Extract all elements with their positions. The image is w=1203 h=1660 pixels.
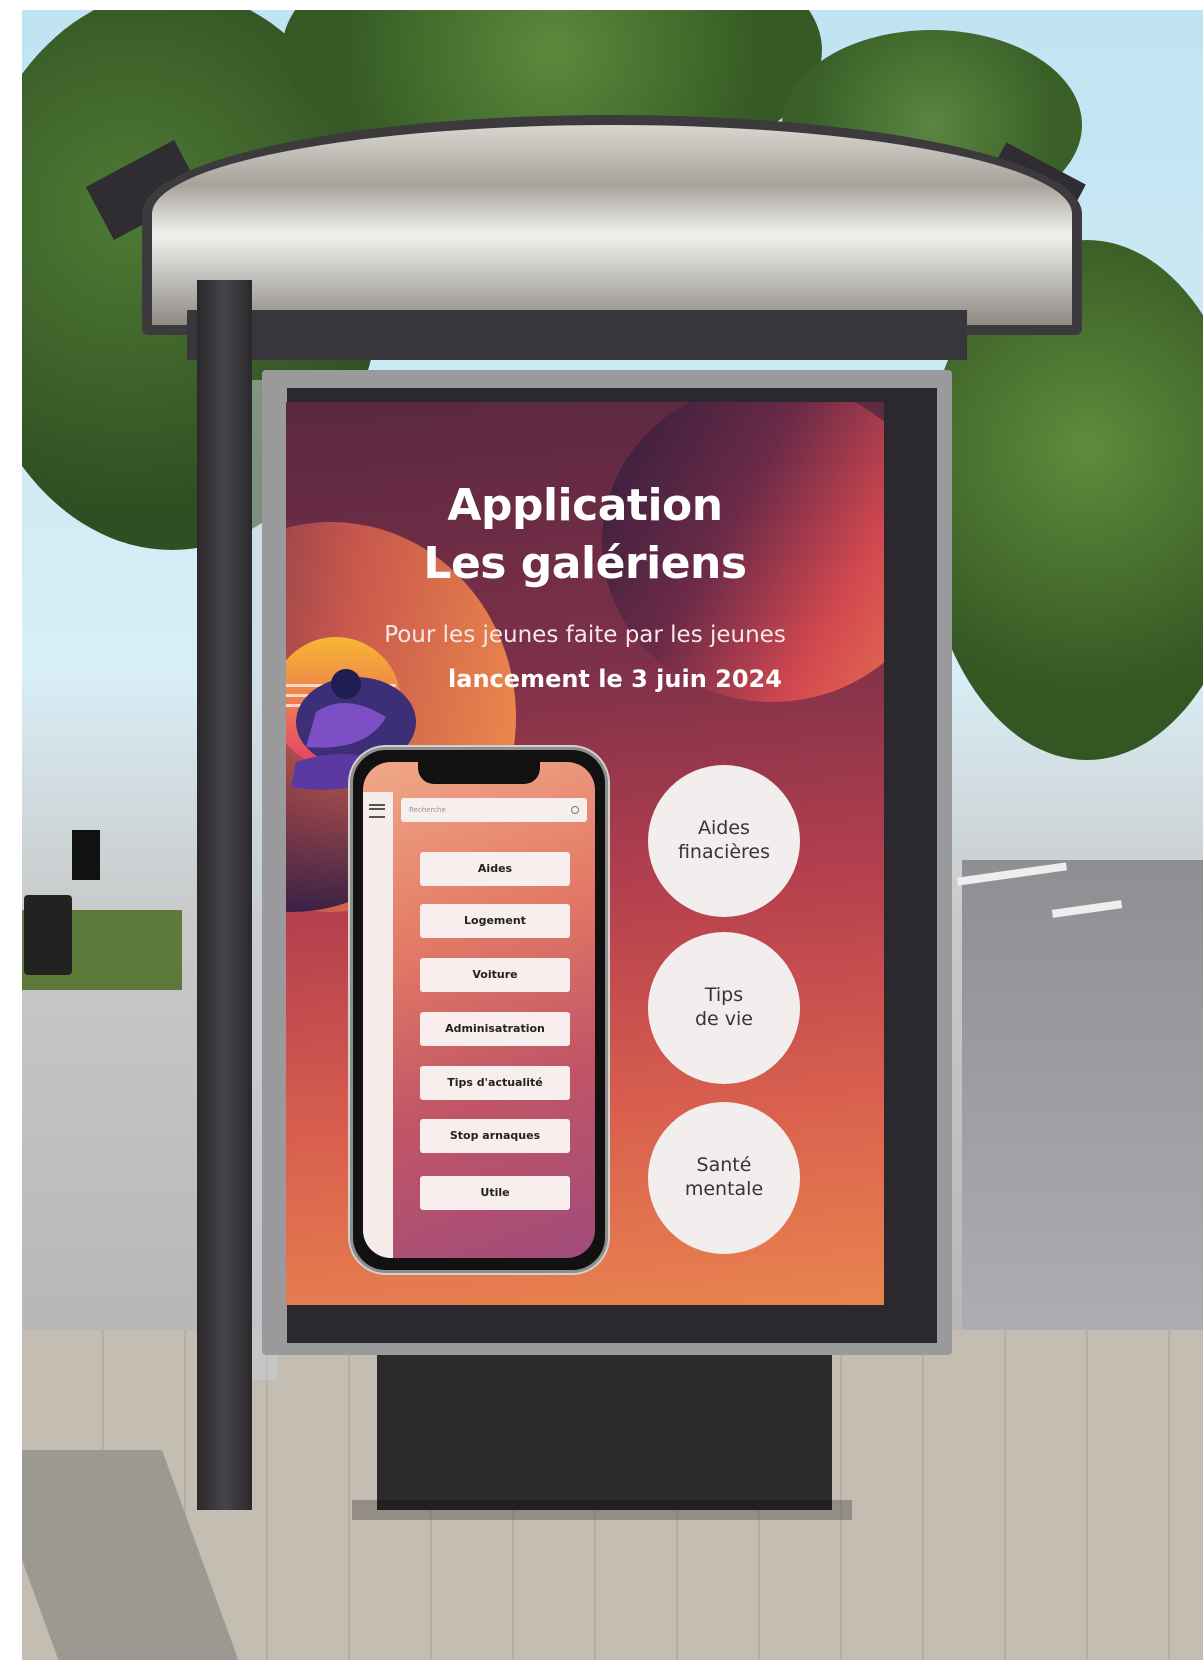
menu-button-aides[interactable]: Aides [420,852,570,886]
phone-screen: Recherche Aides Logement Voiture Adminis… [363,762,595,1258]
menu-button-voiture[interactable]: Voiture [420,958,570,992]
phone-mockup: Recherche Aides Logement Voiture Adminis… [350,747,608,1273]
feature-circle-aides: Aides finacières [648,765,800,917]
poster-title-line-2: Les galériens [423,538,747,589]
advert-poster: Application Les galériens Pour les jeune… [286,402,884,1305]
search-placeholder: Recherche [409,806,446,814]
menu-button-tips-actualite[interactable]: Tips d'actualité [420,1066,570,1100]
search-icon [571,806,579,814]
poster-launch-date: lancement le 3 juin 2024 [448,665,782,693]
sign-post [72,830,100,880]
poster-title-line-1: Application [447,480,723,531]
menu-button-administration[interactable]: Adminisatration [420,1012,570,1046]
shelter-roof [142,115,1082,335]
hamburger-menu-icon[interactable] [369,804,385,818]
search-input[interactable]: Recherche [401,798,587,822]
billboard-stand [377,1350,832,1510]
menu-button-stop-arnaques[interactable]: Stop arnaques [420,1119,570,1153]
phone-notch [418,762,540,784]
feature-circle-sante: Santé mentale [648,1102,800,1254]
phone-side-rail [363,792,393,1258]
trash-bin [24,895,72,975]
stand-shadow [352,1500,852,1520]
menu-button-logement[interactable]: Logement [420,904,570,938]
menu-button-utile[interactable]: Utile [420,1176,570,1210]
shelter-pillar [197,280,252,1510]
feature-circle-tips: Tips de vie [648,932,800,1084]
shelter-beam [187,310,967,360]
